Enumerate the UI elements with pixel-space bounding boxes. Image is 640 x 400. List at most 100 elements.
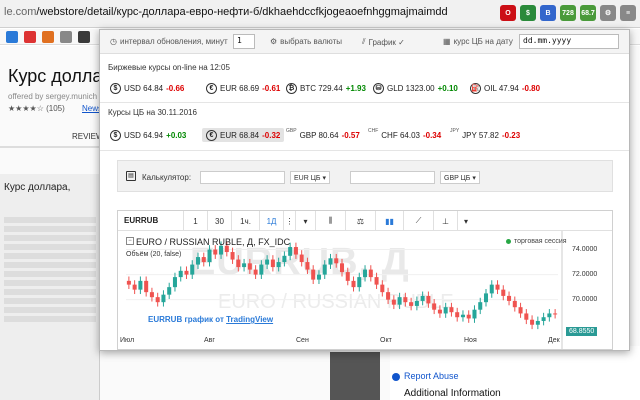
credit-prefix: EURRUB график от (148, 315, 224, 324)
chevron-down-icon[interactable]: ▾ (296, 211, 316, 231)
more-icon[interactable]: ⋮ (284, 211, 296, 231)
chart-icon: ⫽ (362, 37, 366, 46)
cb-rate-jpy[interactable]: JPY JPY 57.82 -0.23 (450, 128, 520, 142)
bookmark-icon[interactable] (6, 31, 18, 43)
exchange-rate-gld[interactable]: ⛁ GLD 1323.00 +0.10 (373, 81, 458, 95)
rate-name: GLD 1323.00 (387, 83, 435, 93)
chevron-down-icon: ▾ (472, 175, 476, 182)
bookmark-icon[interactable] (78, 31, 90, 43)
candle-body (535, 320, 540, 325)
exchange-rate-usd[interactable]: $ USD 64.84 -0.66 (110, 81, 184, 95)
menu-icon[interactable]: ≡ (620, 5, 636, 21)
rate-change: -0.34 (422, 130, 442, 140)
b-icon[interactable]: B (540, 5, 556, 21)
candle-body (207, 249, 212, 263)
exchange-rate-oil[interactable]: ⛽ OIL 47.94 -0.80 (470, 81, 540, 95)
candle-body (178, 270, 183, 278)
exchange-rate-btc[interactable]: ₿ BTC 729.44 +1.93 (286, 81, 366, 95)
candle-body (420, 295, 425, 301)
calculator-label: Калькулятор: (142, 173, 192, 182)
address-bar[interactable]: le.com/webstore/detail/курс-доллара-евро… (4, 6, 448, 18)
dollar-icon[interactable]: $ (520, 5, 536, 21)
session-indicator: торговая сессия (506, 238, 567, 245)
candle-body (489, 284, 494, 294)
cb-rate-gbp[interactable]: GBP GBP 80.64 -0.57 (286, 128, 360, 142)
calc-to-value: GBP ЦБ (444, 175, 471, 182)
candle-body (132, 284, 137, 290)
clock-icon: ◷ (110, 37, 117, 46)
candles-icon[interactable]: ▮▮ (376, 211, 404, 231)
candle-body (311, 269, 316, 280)
candle-body (172, 277, 177, 288)
opera-icon[interactable]: O (500, 5, 516, 21)
candle-body (466, 314, 471, 319)
candle-body (316, 274, 321, 280)
last-price-label: 68.8550 (566, 327, 598, 336)
rate-change: -0.57 (341, 130, 360, 140)
date-input[interactable]: dd.mm.yyyy (519, 34, 619, 49)
interval-button-3[interactable]: 1Д (260, 211, 284, 231)
oil-icon: ⛽ (470, 82, 481, 94)
cb-rate-chf[interactable]: CHF CHF 64.03 -0.34 (368, 128, 441, 142)
candle-body (483, 293, 489, 303)
candle-body (167, 287, 172, 295)
bookmark-icon[interactable] (24, 31, 36, 43)
exchange-rate-eur[interactable]: € EUR 68.69 -0.61 (206, 81, 280, 95)
interval-button-2[interactable]: 1ч. (232, 211, 260, 231)
rate-name: USD 64.84 (124, 83, 164, 93)
calc-from-select[interactable]: EUR ЦБ ▾ (290, 171, 330, 184)
badge-68-7[interactable]: 68.7 (580, 5, 596, 21)
eur-icon: € (206, 129, 217, 141)
candle-body (219, 245, 224, 255)
choose-currency-label: выбрать валюты (280, 37, 343, 46)
indicators-icon[interactable]: ⫼ (316, 211, 346, 231)
candle-body (426, 295, 431, 304)
report-abuse-link[interactable]: Report Abuse (404, 371, 459, 381)
bars-icon[interactable]: ⊥ (434, 211, 458, 231)
cb-rate-eur[interactable]: € EUR 68.84 -0.32 (202, 128, 285, 142)
interval-control: ◷ интервал обновления, минут (110, 37, 228, 46)
divider (100, 150, 629, 151)
calc-to-select[interactable]: GBP ЦБ ▾ (440, 171, 480, 184)
session-dot-icon (506, 239, 511, 244)
candle-body (403, 297, 408, 303)
chevron-down-icon[interactable]: ▾ (458, 211, 474, 231)
popup-toolbar: ◷ интервал обновления, минут 1 ⚙ выбрать… (100, 30, 629, 54)
rating: ★★★★☆ (105) (8, 104, 65, 113)
candle-body (195, 257, 201, 265)
screenshot-thumbnail[interactable]: Курс доллара, (0, 174, 100, 400)
gear-icon[interactable]: ⚙ (600, 5, 616, 21)
choose-currency-button[interactable]: ⚙ выбрать валюты (270, 37, 342, 46)
cb-rate-usd[interactable]: $ USD 64.94 +0.03 (110, 128, 186, 142)
rate-change: -0.32 (262, 130, 281, 140)
candle-body (391, 299, 396, 305)
collapse-icon[interactable]: − (126, 237, 134, 245)
tradingview-link[interactable]: TradingView (226, 315, 273, 324)
candle-body (236, 259, 241, 268)
interval-input[interactable]: 1 (233, 34, 255, 49)
chart-toggle[interactable]: ⫽ График ✓ (362, 37, 405, 47)
additional-info-heading: Additional Information (404, 388, 501, 399)
candle-body (149, 292, 154, 298)
chart-symbol[interactable]: EURRUB (118, 211, 184, 231)
bookmark-icon[interactable] (60, 31, 72, 43)
candle-body (259, 264, 264, 275)
calc-amount-input[interactable] (200, 171, 285, 184)
bookmark-icon[interactable] (42, 31, 54, 43)
candle-body (253, 269, 258, 275)
candle-body (247, 263, 252, 270)
calc-result-input[interactable] (350, 171, 435, 184)
y-tick-label: 74.0000 (572, 245, 598, 253)
badge-728[interactable]: 728 (560, 5, 576, 21)
rate-change: -0.80 (521, 83, 541, 93)
line-icon[interactable]: ⟋ (404, 211, 434, 231)
interval-button-1[interactable]: 30 (208, 211, 232, 231)
compare-icon[interactable]: ⚖ (346, 211, 376, 231)
chevron-down-icon: ▾ (322, 175, 326, 182)
interval-button-0[interactable]: 1 (184, 211, 208, 231)
candle-body (455, 312, 460, 318)
candle-body (305, 262, 310, 270)
gbp-sup-label: GBP (286, 128, 297, 134)
candlestick-plot[interactable] (118, 231, 613, 350)
candle-body (478, 302, 483, 310)
